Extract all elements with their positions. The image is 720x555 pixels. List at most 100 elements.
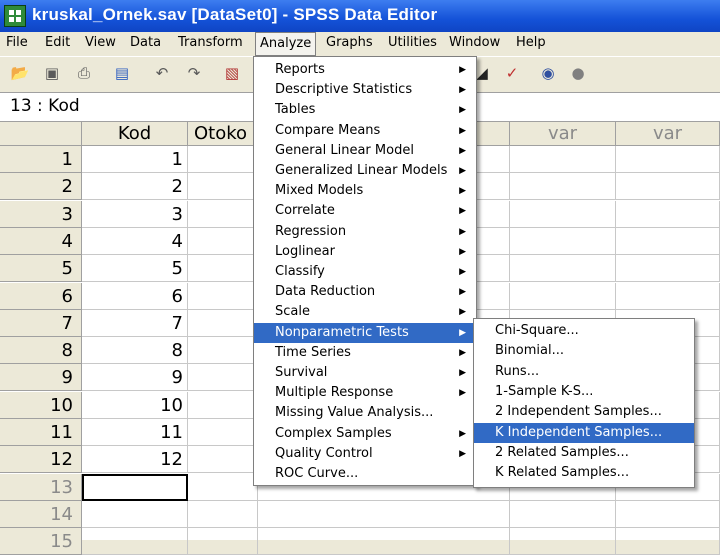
data-cell[interactable] xyxy=(188,200,258,228)
value-labels-icon[interactable]: ✓ xyxy=(502,64,522,82)
menu-item-missing-value-analysis[interactable]: Missing Value Analysis... xyxy=(254,403,476,423)
data-cell-kod[interactable]: 10 xyxy=(82,391,188,419)
menu-utilities[interactable]: Utilities xyxy=(388,34,437,52)
data-cell[interactable] xyxy=(510,146,616,173)
data-cell-kod[interactable]: 6 xyxy=(82,282,188,310)
row-header[interactable]: 11 xyxy=(0,419,82,446)
menu-window[interactable]: Window xyxy=(449,34,500,52)
menu-item-classify[interactable]: Classify ▶ xyxy=(254,262,476,282)
data-cell[interactable] xyxy=(188,282,258,310)
cell-reference[interactable]: 13 : Kod xyxy=(10,96,80,116)
menu-edit[interactable]: Edit xyxy=(45,34,70,52)
row-header[interactable]: 12 xyxy=(0,446,82,474)
menu-item-quality-control[interactable]: Quality Control ▶ xyxy=(254,444,476,464)
data-cell[interactable] xyxy=(188,446,258,474)
data-cell[interactable] xyxy=(616,200,720,228)
data-cell-kod[interactable]: 9 xyxy=(82,364,188,392)
data-cell[interactable] xyxy=(258,528,510,555)
active-cell[interactable] xyxy=(82,473,188,501)
menu-data[interactable]: Data xyxy=(130,34,161,52)
data-cell[interactable] xyxy=(510,173,616,201)
submenu-item-binomial[interactable]: Binomial... xyxy=(474,341,694,361)
submenu-item-1-sample-k-s[interactable]: 1-Sample K-S... xyxy=(474,382,694,402)
menu-item-scale[interactable]: Scale ▶ xyxy=(254,302,476,322)
spss-app-icon[interactable] xyxy=(4,5,26,27)
print-icon[interactable]: ⎙ xyxy=(74,64,94,82)
data-cell-kod[interactable]: 11 xyxy=(82,419,188,446)
menu-item-survival[interactable]: Survival ▶ xyxy=(254,363,476,383)
data-cell[interactable] xyxy=(188,337,258,365)
submenu-item-chi-square[interactable]: Chi-Square... xyxy=(474,321,694,341)
data-cell-kod[interactable]: 8 xyxy=(82,337,188,365)
row-header[interactable]: 10 xyxy=(0,391,82,419)
data-cell-kod[interactable]: 7 xyxy=(82,309,188,337)
data-cell[interactable] xyxy=(510,500,616,528)
menu-item-tables[interactable]: Tables ▶ xyxy=(254,100,476,120)
menu-item-mixed-models[interactable]: Mixed Models ▶ xyxy=(254,181,476,201)
data-cell[interactable] xyxy=(188,227,258,255)
menu-item-generalized-linear-models[interactable]: Generalized Linear Models ▶ xyxy=(254,161,476,181)
row-header[interactable]: 8 xyxy=(0,337,82,365)
submenu-item-k-independent-samples[interactable]: K Independent Samples... xyxy=(474,422,694,443)
row-header[interactable]: 2 xyxy=(0,173,82,201)
menu-item-descriptive-statistics[interactable]: Descriptive Statistics ▶ xyxy=(254,80,476,100)
row-header[interactable]: 4 xyxy=(0,227,82,255)
data-cell[interactable] xyxy=(188,528,258,555)
menu-item-nonparametric-tests[interactable]: Nonparametric Tests ▶ xyxy=(254,322,476,343)
data-cell-kod[interactable]: 12 xyxy=(82,446,188,474)
data-cell-kod[interactable]: 4 xyxy=(82,227,188,255)
open-icon[interactable]: 📂 xyxy=(10,64,30,82)
data-cell[interactable] xyxy=(510,255,616,283)
data-cell-kod[interactable]: 5 xyxy=(82,255,188,283)
menu-item-data-reduction[interactable]: Data Reduction ▶ xyxy=(254,282,476,302)
goto-case-icon[interactable]: ▧ xyxy=(222,64,242,82)
menu-item-complex-samples[interactable]: Complex Samples ▶ xyxy=(254,424,476,444)
data-cell[interactable] xyxy=(510,528,616,555)
menu-item-multiple-response[interactable]: Multiple Response ▶ xyxy=(254,383,476,403)
row-header[interactable]: 14 xyxy=(0,500,82,528)
menu-item-general-linear-model[interactable]: General Linear Model ▶ xyxy=(254,141,476,161)
row-header[interactable]: 6 xyxy=(0,282,82,310)
row-header[interactable]: 15 xyxy=(0,528,82,555)
menu-item-loglinear[interactable]: Loglinear ▶ xyxy=(254,242,476,262)
redo-icon[interactable]: ↷ xyxy=(184,64,204,82)
save-icon[interactable]: ▣ xyxy=(42,64,62,82)
undo-icon[interactable]: ↶ xyxy=(152,64,172,82)
data-cell[interactable] xyxy=(510,227,616,255)
column-header-kod[interactable]: Kod xyxy=(82,122,188,146)
row-header[interactable]: 1 xyxy=(0,146,82,173)
row-header[interactable]: 7 xyxy=(0,309,82,337)
data-cell-kod[interactable] xyxy=(82,528,188,555)
menu-item-time-series[interactable]: Time Series ▶ xyxy=(254,343,476,363)
menu-transform[interactable]: Transform xyxy=(178,34,243,52)
corner-header[interactable] xyxy=(0,122,82,146)
data-cell[interactable] xyxy=(188,473,258,501)
data-cell[interactable] xyxy=(616,282,720,310)
data-cell[interactable] xyxy=(188,419,258,446)
data-cell[interactable] xyxy=(188,146,258,173)
data-cell[interactable] xyxy=(188,364,258,392)
data-cell[interactable] xyxy=(188,309,258,337)
data-cell[interactable] xyxy=(510,200,616,228)
submenu-item-runs[interactable]: Runs... xyxy=(474,362,694,382)
column-header-otoko[interactable]: Otoko xyxy=(188,122,258,146)
row-header[interactable]: 5 xyxy=(0,255,82,283)
submenu-item-2-independent-samples[interactable]: 2 Independent Samples... xyxy=(474,402,694,422)
data-cell[interactable] xyxy=(258,500,510,528)
data-cell[interactable] xyxy=(616,255,720,283)
data-cell[interactable] xyxy=(188,173,258,201)
menu-item-correlate[interactable]: Correlate ▶ xyxy=(254,201,476,221)
data-cell-kod[interactable]: 3 xyxy=(82,200,188,228)
menu-item-regression[interactable]: Regression ▶ xyxy=(254,222,476,242)
data-cell[interactable] xyxy=(188,391,258,419)
data-cell[interactable] xyxy=(616,227,720,255)
row-header[interactable]: 3 xyxy=(0,200,82,228)
data-cell[interactable] xyxy=(188,500,258,528)
show-sets-icon[interactable]: ● xyxy=(568,64,588,82)
menu-item-compare-means[interactable]: Compare Means ▶ xyxy=(254,121,476,141)
data-cell[interactable] xyxy=(188,255,258,283)
data-cell-kod[interactable] xyxy=(82,500,188,528)
data-cell[interactable] xyxy=(616,528,720,555)
menu-item-roc-curve[interactable]: ROC Curve... xyxy=(254,464,476,484)
data-cell-kod[interactable]: 2 xyxy=(82,173,188,201)
